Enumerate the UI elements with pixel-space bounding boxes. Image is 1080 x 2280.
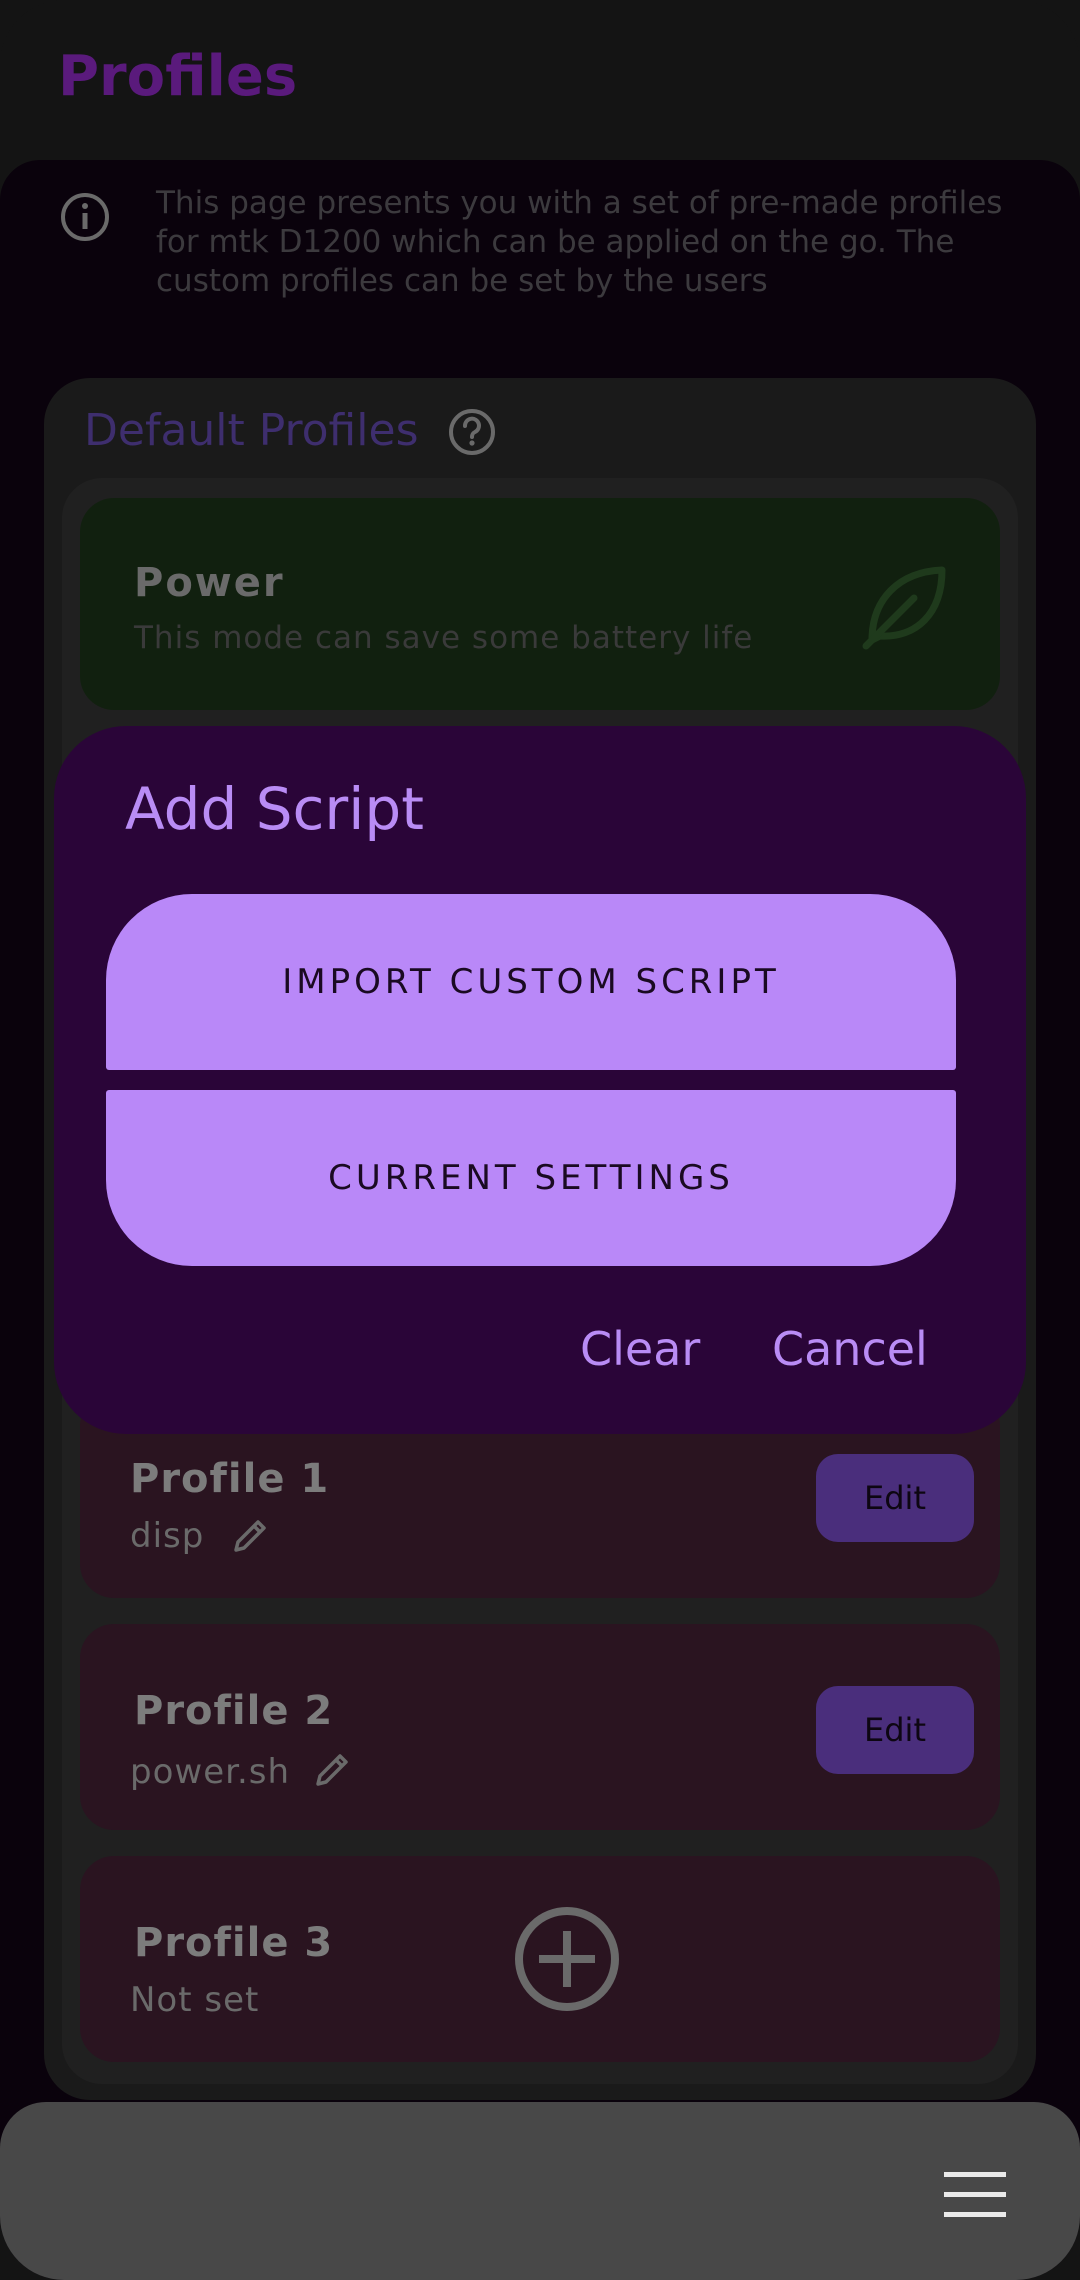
profile-1-title: Profile 1 xyxy=(130,1456,330,1502)
edit-name-icon[interactable] xyxy=(230,1516,270,1556)
leaf-icon xyxy=(862,566,946,650)
current-settings-button[interactable]: CURRENT SETTINGS xyxy=(106,1090,956,1266)
profile-1-edit-button[interactable]: Edit xyxy=(816,1454,974,1542)
page-title: Profiles xyxy=(58,44,298,109)
profile-3-title: Profile 3 xyxy=(134,1920,334,1966)
profile-1-script: disp xyxy=(130,1516,205,1556)
app-root: Profiles This page presents you with a s… xyxy=(0,0,1080,2280)
profile-2-edit-button[interactable]: Edit xyxy=(816,1686,974,1774)
menu-icon[interactable] xyxy=(944,2172,1006,2218)
profile-2-title: Profile 2 xyxy=(134,1688,334,1734)
profile-3-script: Not set xyxy=(130,1980,260,2020)
edit-name-icon[interactable] xyxy=(312,1750,352,1790)
power-profile-title: Power xyxy=(134,560,285,606)
info-text: This page presents you with a set of pre… xyxy=(156,185,1003,299)
power-profile-subtitle: This mode can save some battery life xyxy=(134,620,754,656)
bottom-bar xyxy=(0,2102,1080,2280)
import-custom-script-button[interactable]: IMPORT CUSTOM SCRIPT xyxy=(106,894,956,1070)
cancel-button[interactable]: Cancel xyxy=(772,1322,928,1376)
default-profiles-title: Default Profiles xyxy=(84,405,419,456)
info-icon xyxy=(61,193,109,241)
clear-button[interactable]: Clear xyxy=(580,1322,700,1376)
dialog-title: Add Script xyxy=(125,775,424,843)
add-script-icon[interactable] xyxy=(512,1904,622,2014)
help-icon[interactable] xyxy=(448,408,496,456)
profile-2-script: power.sh xyxy=(130,1752,291,1792)
